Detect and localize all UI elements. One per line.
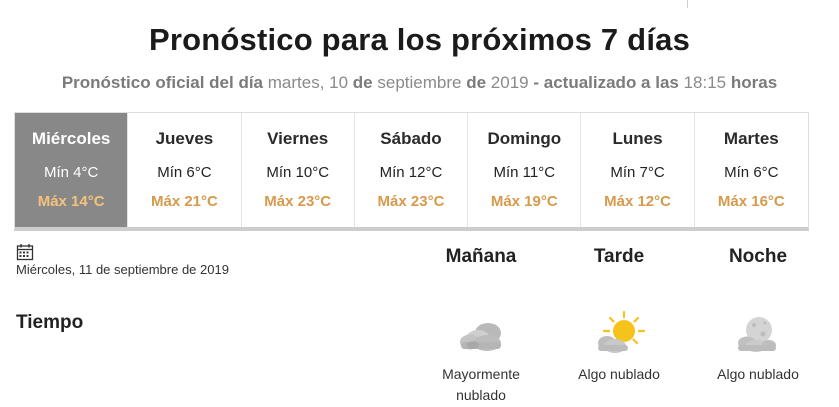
page-title: Pronóstico para los próximos 7 días (148, 22, 691, 57)
max-temp: Máx 21°C (150, 193, 218, 210)
day-tab-viernes[interactable]: Viernes Mín 10°C Máx 23°C (242, 113, 355, 227)
hours-label: horas (730, 73, 778, 92)
day-tab-domingo[interactable]: Domingo Mín 11°C Máx 19°C (468, 113, 582, 227)
partly-cloudy-day-icon (598, 310, 646, 353)
condition-tarde: Algo nublado (578, 366, 660, 382)
day-tabs: Miércoles Mín 4°C Máx 14°C Jueves Mín 6°… (14, 112, 809, 231)
min-temp: Mín 10°C (266, 164, 330, 181)
updated-label: - actualizado a las (533, 73, 679, 92)
max-temp: Máx 23°C (377, 193, 445, 210)
max-temp: Máx 19°C (490, 193, 558, 210)
day-name: Martes (723, 129, 779, 148)
condition-manana: Mayormente nublado (442, 366, 520, 403)
day-name: Domingo (487, 129, 562, 148)
official-label: Pronóstico oficial del día (61, 73, 264, 92)
partly-cloudy-night-icon (738, 317, 776, 352)
day-tab-sabado[interactable]: Sábado Mín 12°C Máx 23°C (355, 113, 469, 227)
day-tab-martes[interactable]: Martes Mín 6°C Máx 16°C (695, 113, 808, 227)
issue-year: 2019 (490, 73, 529, 92)
day-tab-lunes[interactable]: Lunes Mín 7°C Máx 12°C (581, 113, 695, 227)
max-temp: Máx 14°C (37, 193, 105, 210)
min-temp: Mín 7°C (610, 164, 665, 181)
max-temp: Máx 23°C (264, 193, 332, 210)
selected-date: Miércoles, 11 de septiembre de 2019 (16, 262, 229, 277)
day-name: Sábado (380, 129, 442, 148)
max-temp: Máx 12°C (604, 193, 671, 210)
day-name: Jueves (155, 129, 214, 148)
calendar-icon (16, 244, 34, 261)
min-temp: Mín 6°C (724, 164, 779, 181)
min-temp: Mín 12°C (379, 164, 443, 181)
day-name: Viernes (267, 129, 329, 148)
min-temp: Mín 6°C (157, 164, 212, 181)
forecast-subtitle: Pronóstico oficial del día martes, 10 de… (0, 73, 839, 93)
update-time: 18:15 (683, 73, 727, 92)
day-name: Lunes (612, 129, 663, 148)
period-manana: Mañana (445, 246, 517, 267)
day-tab-miercoles[interactable]: Miércoles Mín 4°C Máx 14°C (15, 113, 129, 227)
condition-noche: Algo nublado (717, 366, 799, 382)
min-temp: Mín 4°C (43, 164, 99, 181)
de-label-2: de (466, 73, 487, 92)
period-noche: Noche (728, 246, 788, 267)
header-divider (687, 0, 688, 8)
issue-month: septiembre (377, 73, 462, 92)
day-tab-jueves[interactable]: Jueves Mín 6°C Máx 21°C (128, 113, 242, 227)
period-tarde: Tarde (593, 246, 645, 267)
de-label-1: de (352, 73, 373, 92)
issue-weekday: martes, 10 (267, 73, 349, 92)
min-temp: Mín 11°C (493, 164, 556, 181)
tiempo-label: Tiempo (16, 312, 84, 333)
max-temp: Máx 16°C (717, 193, 785, 210)
mostly-cloudy-icon (460, 323, 501, 351)
day-name: Miércoles (31, 129, 111, 148)
